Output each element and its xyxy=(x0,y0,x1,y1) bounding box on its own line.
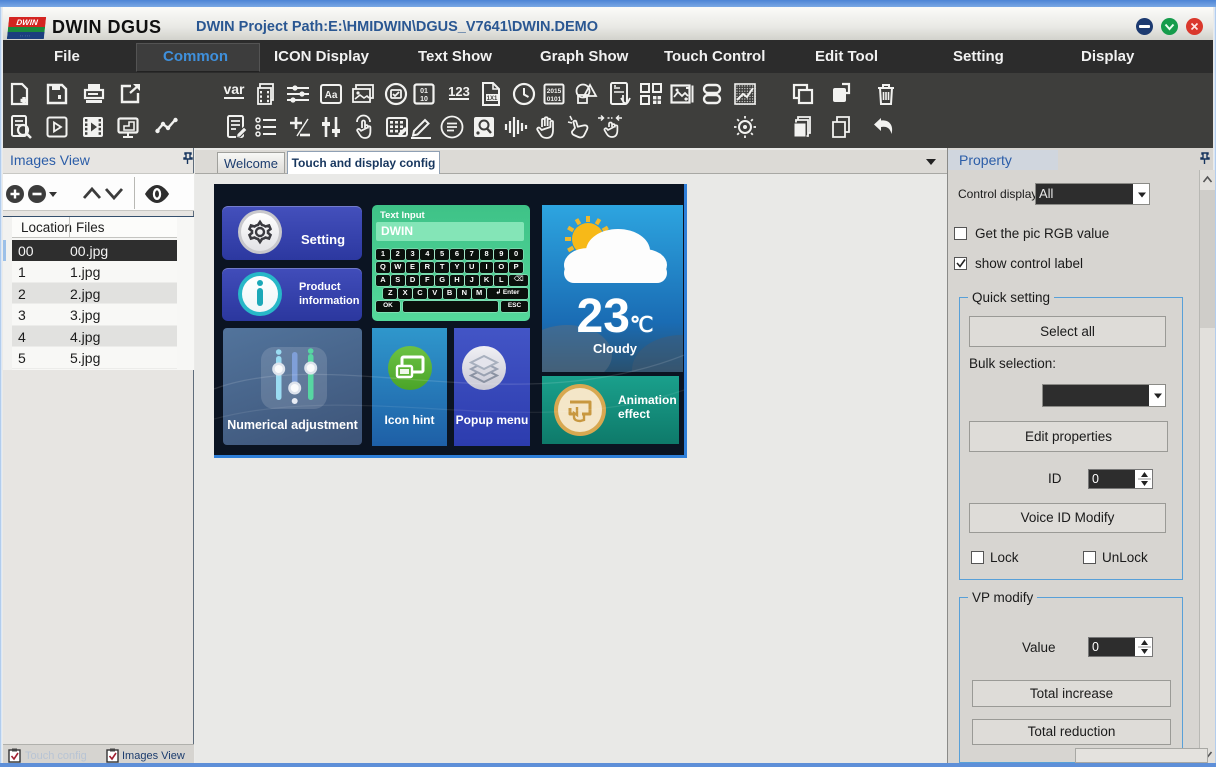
svg-text:10: 10 xyxy=(420,96,428,103)
svg-text:01: 01 xyxy=(420,88,428,95)
svg-text:123: 123 xyxy=(448,84,470,99)
svg-text:1X1: 1X1 xyxy=(487,96,498,102)
svg-text:0101: 0101 xyxy=(547,96,562,103)
svg-text:2015: 2015 xyxy=(547,88,562,95)
svg-text:Aa: Aa xyxy=(325,90,338,101)
svg-text:var: var xyxy=(223,81,245,97)
